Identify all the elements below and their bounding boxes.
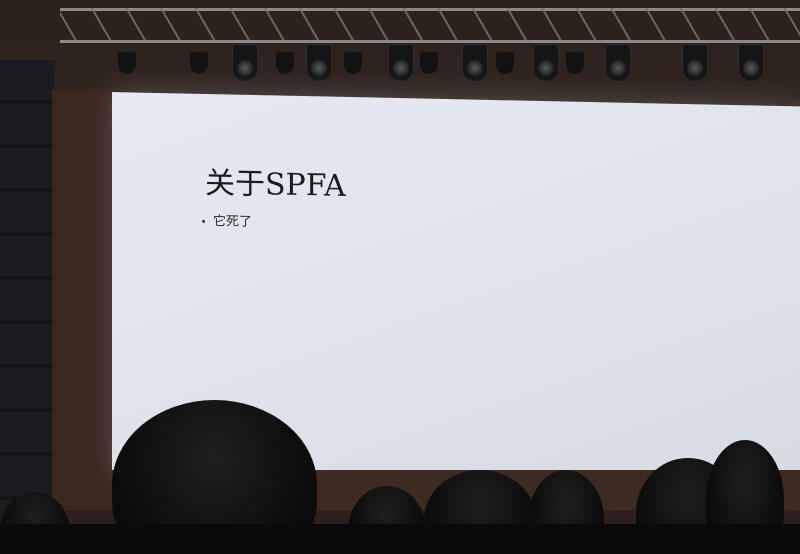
stage-light (306, 44, 332, 82)
stage-light-small (344, 52, 362, 74)
stage-light-small (276, 52, 294, 74)
stage-light (738, 44, 764, 82)
left-wall (0, 60, 55, 554)
truss-bar-bottom (60, 40, 800, 43)
slide-bullet-text: 它死了 (213, 214, 253, 230)
stage-light-small (190, 52, 208, 74)
stage-light (533, 44, 559, 82)
slide-title: 关于SPFA (205, 165, 346, 204)
truss-diagonals (60, 8, 800, 43)
stage-light-small (420, 52, 438, 74)
stage-light (682, 44, 708, 82)
stage-light (605, 44, 631, 82)
screen-frame-left (52, 90, 114, 510)
stage-light-small (496, 52, 514, 74)
stage-light-small (118, 52, 136, 74)
stage-light (232, 44, 258, 82)
stage-light-small (566, 52, 584, 74)
stage-light (388, 44, 414, 82)
audience-shoulders (0, 524, 800, 554)
slide-bullet: 它死了 (202, 210, 252, 230)
bullet-dot (202, 219, 205, 223)
stage-light (462, 44, 488, 82)
photo-scene: 关于SPFA 它死了 (0, 0, 800, 554)
